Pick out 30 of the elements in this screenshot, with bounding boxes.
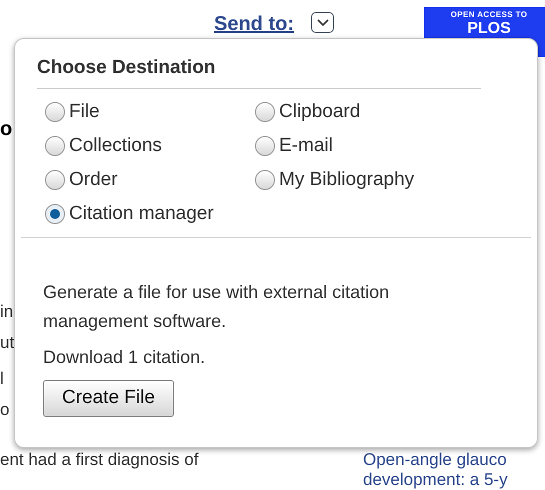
page-heading: o xyxy=(0,117,12,142)
radio-button[interactable] xyxy=(45,136,65,156)
banner-logo-text: PLOS xyxy=(467,20,511,38)
citation-count-text: Download 1 citation. xyxy=(43,346,206,368)
radio-button[interactable] xyxy=(255,102,275,122)
radio-option[interactable]: File xyxy=(45,96,255,128)
page-text: in xyxy=(0,302,14,322)
radio-button[interactable] xyxy=(45,204,65,224)
page-text: l xyxy=(0,369,4,389)
create-file-button[interactable]: Create File xyxy=(43,380,174,416)
description-text: Generate a file for use with external citation management software. xyxy=(43,280,390,333)
radio-option[interactable]: Citation manager xyxy=(45,198,255,230)
radio-button[interactable] xyxy=(255,136,275,156)
radio-option[interactable]: E-mail xyxy=(255,130,495,162)
popup-title: Choose Destination xyxy=(37,56,216,80)
page-text: o xyxy=(0,400,10,420)
dropdown-caret-icon[interactable] xyxy=(311,12,334,33)
radio-button[interactable] xyxy=(255,170,275,190)
page-text: ent had a first diagnosis of xyxy=(0,450,198,470)
radio-option[interactable]: Collections xyxy=(45,130,255,162)
page-text: ut xyxy=(0,333,14,353)
radio-button[interactable] xyxy=(45,170,65,190)
radio-button[interactable] xyxy=(45,102,65,122)
article-link[interactable]: Open-angle glauco xyxy=(363,450,507,470)
send-to-link[interactable]: Send to: xyxy=(214,9,294,39)
radio-option[interactable]: My Bibliography xyxy=(255,164,495,196)
article-link[interactable]: development: a 5-y xyxy=(363,470,508,490)
banner-text: OPEN ACCESS TO xyxy=(450,10,528,20)
radio-option[interactable]: Order xyxy=(45,164,255,196)
radio-option[interactable]: Clipboard xyxy=(255,96,495,128)
